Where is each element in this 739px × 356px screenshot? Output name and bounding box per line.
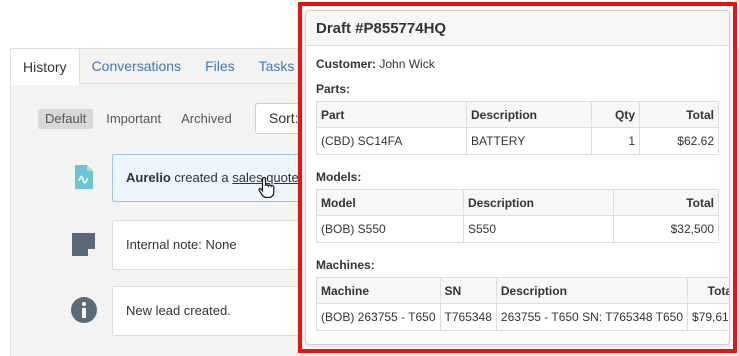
tab-bar: History Conversations Files Tasks: [10, 48, 306, 85]
table-cell: (BOB) 263755 - T650: [316, 303, 441, 331]
column-header: Machine: [316, 277, 441, 304]
filter-important[interactable]: Important: [99, 109, 168, 129]
table-cell: BATTERY: [466, 127, 592, 155]
machines-table: Machine SN Description Total (BOB) 26375…: [316, 277, 729, 331]
popup-title: Draft #P855774HQ: [306, 11, 729, 46]
parts-label: Parts:: [316, 82, 351, 96]
document-icon: [75, 165, 93, 189]
filter-group: Default Important Archived: [38, 109, 239, 129]
timeline-entry-lead: New lead created.: [112, 286, 312, 336]
table-cell: $62.62: [639, 127, 719, 155]
table-row: (BOB) S550 S550 $32,500: [316, 215, 719, 243]
table-row: (BOB) 263755 - T650 T765348 263755 - T65…: [316, 303, 729, 331]
quote-preview-popup: Draft #P855774HQ Customer: John Wick Par…: [305, 10, 730, 345]
tab-conversations[interactable]: Conversations: [80, 48, 194, 84]
column-header: Description: [495, 277, 689, 304]
column-header: Total: [639, 101, 719, 128]
machines-label: Machines:: [316, 258, 375, 272]
column-header: Description: [463, 189, 614, 216]
table-cell: (BOB) S550: [316, 215, 464, 243]
entry-text: New lead created.: [126, 303, 231, 318]
customer-line: Customer: John Wick: [316, 56, 719, 72]
customer-label: Customer:: [316, 57, 377, 71]
entry-text: Internal note: None: [126, 237, 237, 252]
entry-actor: Aurelio: [126, 170, 171, 185]
column-header: SN: [439, 277, 497, 304]
models-table: Model Description Total (BOB) S550 S550 …: [316, 189, 719, 243]
column-header: Qty: [591, 101, 640, 128]
filter-archived[interactable]: Archived: [174, 109, 239, 129]
table-cell: 1: [591, 127, 640, 155]
entry-text: created a: [170, 170, 233, 185]
models-label: Models:: [316, 170, 362, 184]
column-header: Description: [466, 101, 592, 128]
tab-files[interactable]: Files: [193, 48, 247, 84]
column-header: Total: [613, 189, 719, 216]
hand-cursor-icon: [258, 176, 275, 198]
filter-default[interactable]: Default: [38, 109, 94, 129]
info-icon: [71, 297, 97, 323]
column-header: Model: [316, 189, 464, 216]
parts-table: Part Description Qty Total (CBD) SC14FA …: [316, 101, 719, 155]
tab-history[interactable]: History: [10, 48, 80, 85]
table-row: (CBD) SC14FA BATTERY 1 $62.62: [316, 127, 719, 155]
timeline-entry-note: Internal note: None: [112, 220, 312, 270]
table-cell: $32,500: [613, 215, 719, 243]
customer-value: John Wick: [379, 57, 435, 71]
note-icon: [72, 233, 95, 256]
table-cell: (CBD) SC14FA: [316, 127, 467, 155]
table-cell: $79,614: [687, 303, 729, 331]
timeline-entry-quote: Aurelio created a sales quote: [112, 154, 312, 202]
column-header: Part: [316, 101, 467, 128]
table-cell: 263755 - T650 SN: T765348 T650: [495, 303, 689, 331]
table-cell: S550: [463, 215, 614, 243]
table-cell: T765348: [439, 303, 497, 331]
column-header: Total: [687, 277, 729, 304]
